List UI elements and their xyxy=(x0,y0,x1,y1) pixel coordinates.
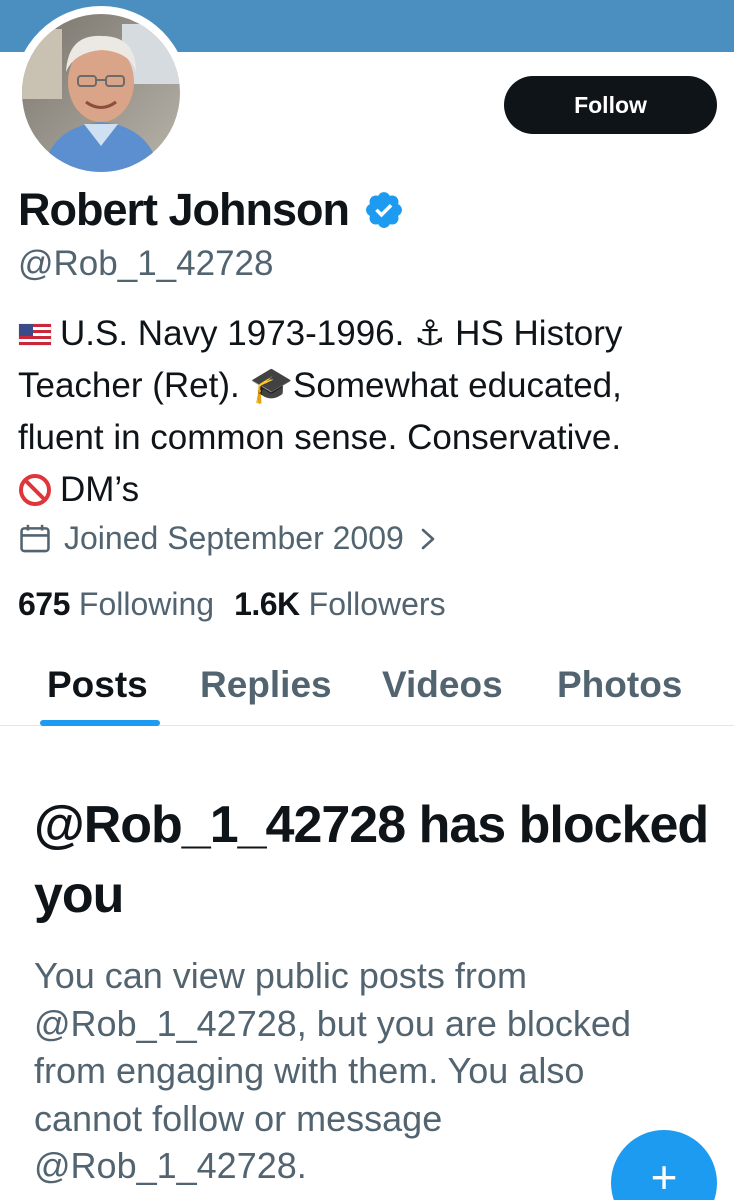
blocked-description-line: cannot follow or message xyxy=(34,1097,443,1139)
bio-line: Teacher (Ret). 🎓Somewhat educated, xyxy=(18,360,718,412)
blocked-description-line: You can view public posts from xyxy=(34,955,527,996)
verified-badge-icon[interactable] xyxy=(363,189,405,231)
bio-line: U.S. Navy 1973-1996. ⚓ HS History xyxy=(18,308,718,360)
chevron-right-icon xyxy=(421,528,435,549)
profile-bio: U.S. Navy 1973-1996. ⚓ HS History Teache… xyxy=(18,308,718,516)
bio-text: DM’s xyxy=(60,470,140,509)
blocked-description-line: @Rob_1_42728. xyxy=(34,1145,307,1186)
profile-handle: @Rob_1_42728 xyxy=(18,244,274,283)
followers-label: Followers xyxy=(308,586,446,622)
followers-link[interactable]: 1.6K Followers xyxy=(234,586,446,623)
following-count: 675 xyxy=(18,586,70,622)
bio-text: fluent in common sense. Conservative. xyxy=(18,418,622,457)
blocked-title: @Rob_1_42728 has blocked you xyxy=(34,796,709,924)
following-label: Following xyxy=(78,586,215,622)
blocked-description-line: @Rob_1_42728, but you are blocked xyxy=(34,1002,631,1044)
profile-stats: 675 Following 1.6K Followers xyxy=(18,586,446,623)
display-name: Robert Johnson xyxy=(18,184,350,235)
bio-line: fluent in common sense. Conservative. xyxy=(18,412,718,464)
calendar-icon xyxy=(20,524,50,552)
blocked-description: You can view public posts from @Rob_1_42… xyxy=(34,952,704,1190)
tab-videos[interactable]: Videos xyxy=(382,664,503,706)
profile-name-row: Robert Johnson xyxy=(18,182,405,238)
prohibited-icon xyxy=(19,474,51,506)
avatar-photo xyxy=(22,14,180,172)
avatar[interactable] xyxy=(22,14,180,172)
tab-photos[interactable]: Photos xyxy=(557,664,682,706)
plus-icon: + xyxy=(650,1151,678,1200)
joined-date[interactable]: Joined September 2009 xyxy=(18,520,438,557)
bio-text: Teacher (Ret). 🎓Somewhat educated, xyxy=(18,366,622,405)
blocked-description-line: from engaging with them. You also xyxy=(34,1050,585,1091)
bio-line: DM’s xyxy=(18,464,718,516)
follow-button[interactable]: Follow xyxy=(504,76,717,134)
following-link[interactable]: 675 Following xyxy=(18,586,214,623)
us-flag-icon xyxy=(18,323,52,346)
bio-text: U.S. Navy 1973-1996. ⚓ HS History xyxy=(60,314,623,353)
joined-text: Joined September 2009 xyxy=(64,520,404,556)
active-tab-indicator xyxy=(40,720,160,726)
tab-replies[interactable]: Replies xyxy=(200,664,332,706)
avatar-border xyxy=(14,6,188,180)
profile-tabs: Posts Replies Videos Photos xyxy=(0,650,734,726)
followers-count: 1.6K xyxy=(234,586,300,622)
tab-posts[interactable]: Posts xyxy=(47,664,148,706)
